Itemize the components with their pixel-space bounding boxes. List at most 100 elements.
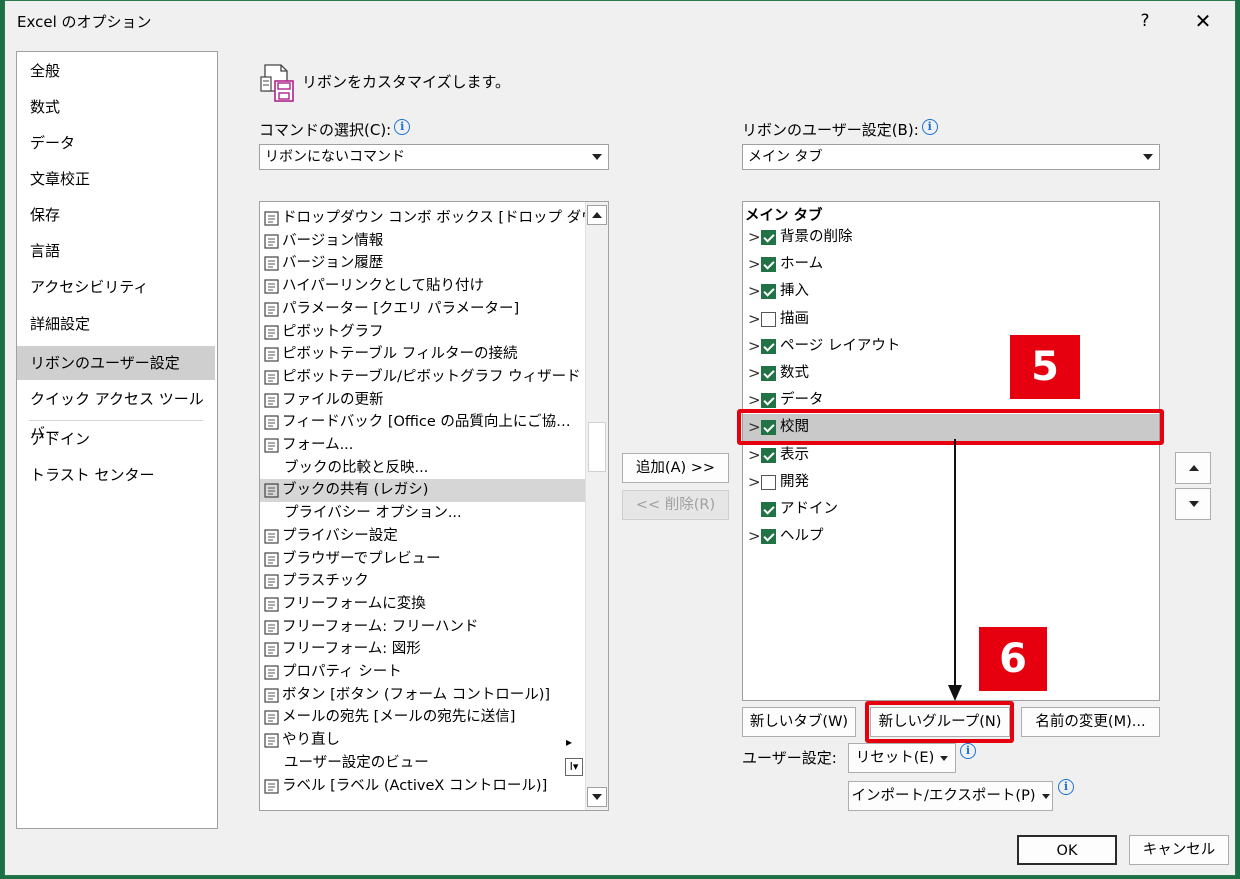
command-item[interactable]: ブックの比較と反映...: [260, 457, 585, 480]
command-item[interactable]: フリーフォーム: 図形: [260, 638, 585, 661]
chevron-right-icon[interactable]: >: [748, 523, 761, 550]
chevron-right-icon[interactable]: >: [748, 224, 761, 251]
command-item[interactable]: ドロップダウン コンボ ボックス [ドロップ ダウ…: [260, 207, 608, 230]
command-item[interactable]: ファイルの更新: [260, 389, 585, 412]
scroll-thumb[interactable]: [588, 422, 606, 472]
reset-button[interactable]: リセット(E): [848, 743, 956, 773]
nav-item[interactable]: 文章校正: [17, 162, 215, 196]
command-item[interactable]: プライバシー オプション...: [260, 502, 585, 525]
nav-item[interactable]: クイック アクセス ツール バー: [17, 382, 215, 442]
command-item[interactable]: ラベル [ラベル (ActiveX コントロール)]: [260, 775, 585, 798]
ribbon-tab-item[interactable]: > 背景の削除: [743, 224, 1159, 251]
command-item[interactable]: メールの宛先 [メールの宛先に送信]: [260, 706, 585, 729]
commands-list[interactable]: ラベル [ラベル (ActiveX コントロール)] ユーザー設定のビュー やり直し…: [259, 201, 609, 811]
tab-checkbox[interactable]: [761, 366, 776, 381]
tab-checkbox[interactable]: [761, 529, 776, 545]
info-icon[interactable]: i: [921, 119, 938, 135]
move-up-button[interactable]: [1175, 452, 1211, 484]
scroll-down-button[interactable]: [587, 787, 607, 807]
share-workbook-icon: [263, 482, 280, 499]
add-button[interactable]: 追加(A) >>: [622, 453, 729, 483]
tab-checkbox[interactable]: [761, 393, 776, 409]
chevron-right-icon[interactable]: >: [748, 251, 761, 278]
tab-checkbox[interactable]: [761, 257, 776, 273]
move-down-button[interactable]: [1175, 488, 1211, 520]
commands-combo[interactable]: リボンにないコマンド: [259, 144, 609, 170]
chevron-right-icon[interactable]: >: [748, 306, 761, 333]
ribbon-tab-item[interactable]: > 描画: [743, 306, 1159, 333]
ok-button[interactable]: OK: [1017, 835, 1117, 865]
nav-item[interactable]: 保存: [17, 198, 215, 232]
nav-item[interactable]: データ: [17, 126, 215, 160]
ribbon-tab-label: 開発: [780, 473, 809, 490]
remove-button[interactable]: << 削除(R): [622, 490, 729, 520]
command-item[interactable]: バージョン履歴: [260, 252, 585, 275]
chevron-right-icon[interactable]: >: [748, 442, 761, 469]
new-tab-button[interactable]: 新しいタブ(W): [742, 707, 856, 737]
command-item[interactable]: ブラウザーでプレビュー: [260, 548, 585, 571]
nav-item[interactable]: トラスト センター: [17, 458, 215, 492]
command-item[interactable]: フリーフォームに変換: [260, 593, 585, 616]
info-icon[interactable]: i: [960, 743, 976, 759]
chevron-right-icon[interactable]: >: [748, 469, 761, 496]
tab-checkbox[interactable]: [761, 474, 776, 490]
tab-checkbox[interactable]: [761, 338, 776, 354]
command-item[interactable]: プラスチック: [260, 570, 585, 593]
close-button[interactable]: ✕: [1185, 7, 1221, 35]
command-item[interactable]: プロパティ シート: [260, 661, 585, 684]
ribbon-tab-item[interactable]: > 挿入: [743, 278, 1159, 305]
command-item[interactable]: プライバシー設定: [260, 525, 585, 548]
tab-checkbox[interactable]: [761, 284, 776, 300]
command-item-label: ブラウザーでプレビュー: [282, 550, 441, 567]
nav-item[interactable]: アドイン: [17, 422, 215, 456]
command-item[interactable]: ハイパーリンクとして貼り付け: [260, 275, 585, 298]
info-icon[interactable]: i: [1058, 779, 1074, 795]
command-item-label: メールの宛先 [メールの宛先に送信]: [282, 709, 516, 726]
cancel-button[interactable]: キャンセル: [1129, 835, 1229, 865]
ribbon-tab-label: アドイン: [780, 501, 838, 517]
command-item-label: フリーフォーム: フリーハンド: [282, 618, 479, 635]
tab-checkbox[interactable]: [761, 230, 776, 245]
nav-item[interactable]: リボンのユーザー設定: [17, 346, 215, 380]
info-icon[interactable]: i: [394, 119, 411, 135]
tab-checkbox[interactable]: [761, 447, 776, 463]
ribbon-tab-item[interactable]: > 数式: [743, 360, 1159, 387]
nav-item[interactable]: 全般: [17, 54, 215, 88]
import-export-button[interactable]: インポート/エクスポート(P): [848, 781, 1053, 811]
command-item[interactable]: フォーム...: [260, 434, 585, 457]
command-item[interactable]: ピボットテーブル/ピボットグラフ ウィザード: [260, 366, 585, 389]
nav-item[interactable]: 言語: [17, 234, 215, 268]
ribbon-tab-item[interactable]: > ホーム: [743, 251, 1159, 278]
nav-item[interactable]: アクセシビリティ: [17, 270, 215, 304]
reset-button-label: リセット(E): [855, 750, 935, 766]
command-item[interactable]: フリーフォーム: フリーハンド: [260, 616, 585, 639]
nav-item[interactable]: 数式: [17, 90, 215, 124]
command-item[interactable]: ピボットテーブル フィルターの接続: [260, 343, 585, 366]
chevron-right-icon[interactable]: >: [748, 278, 761, 305]
command-item[interactable]: ボタン [ボタン (フォーム コントロール)]: [260, 684, 585, 707]
pivot-wizard-icon: [263, 369, 280, 386]
scroll-up-button[interactable]: [587, 205, 607, 225]
chevron-right-icon[interactable]: >: [748, 333, 761, 360]
rename-button[interactable]: 名前の変更(M)...: [1021, 707, 1160, 737]
chevron-right-icon[interactable]: >: [748, 360, 761, 387]
command-item-label: プラスチック: [282, 573, 369, 590]
tab-checkbox[interactable]: [761, 311, 776, 327]
help-button[interactable]: ?: [1130, 7, 1160, 35]
annotation-arrow: [948, 439, 962, 701]
label-a-icon: [263, 778, 280, 795]
ribbon-tab-label: ヘルプ: [780, 528, 824, 545]
command-item[interactable]: ピボットグラフ: [260, 321, 585, 344]
command-item[interactable]: バージョン情報: [260, 230, 585, 253]
commands-scrollbar[interactable]: [585, 202, 608, 810]
redo-icon: [263, 732, 280, 749]
nav-item[interactable]: 詳細設定: [17, 307, 215, 341]
tab-checkbox[interactable]: [761, 502, 776, 517]
ribbon-tab-item[interactable]: > ページ レイアウト: [743, 333, 1159, 360]
ribbon-combo[interactable]: メイン タブ: [742, 144, 1160, 170]
command-item[interactable]: ブックの共有 (レガシ): [260, 479, 585, 503]
command-item[interactable]: ユーザー設定のビュー: [260, 752, 585, 775]
command-item[interactable]: パラメーター [クエリ パラメーター]: [260, 298, 585, 321]
command-item[interactable]: フィードバック [Office の品質向上にご協…: [260, 411, 585, 434]
command-item[interactable]: やり直し: [260, 729, 585, 752]
